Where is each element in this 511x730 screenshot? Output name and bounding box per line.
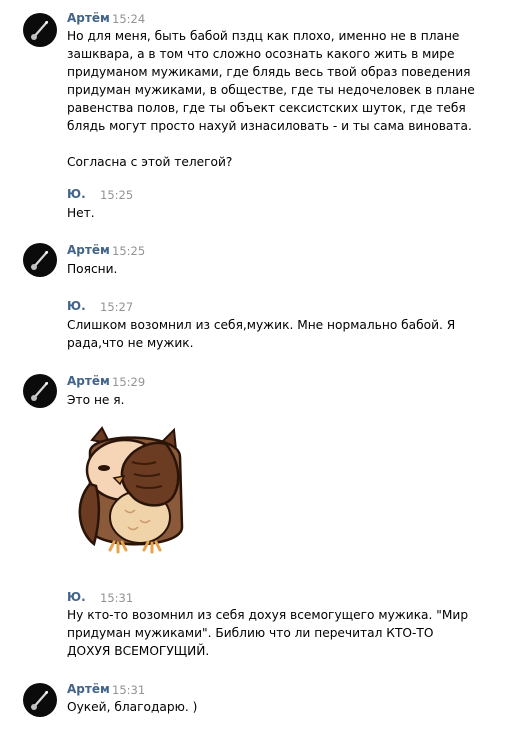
message-text: Слишком возомнил из себя,мужик. Мне норм… (67, 316, 487, 352)
message-text: Поясни. (67, 260, 487, 278)
message-line: Ну кто-то возомнил из себя дохуя всемогу… (67, 608, 469, 622)
guitar-avatar-icon (31, 381, 49, 401)
message-time[interactable]: 15:31 (112, 683, 145, 697)
guitar-avatar-icon (31, 250, 49, 270)
message-text: Это не я. (67, 391, 487, 409)
message-time[interactable]: 15:27 (100, 300, 133, 314)
author-name[interactable]: Ю. (67, 299, 86, 313)
message-line: Согласна с этой телегой? (67, 155, 233, 169)
message-time[interactable]: 15:24 (112, 12, 145, 26)
message-line: Но для меня, быть бабой пздц как плохо, … (67, 29, 460, 43)
message-line: ДОХУЯ ВСЕМОГУЩИЙ. (67, 644, 210, 658)
avatar[interactable] (23, 683, 57, 717)
message-time[interactable]: 15:29 (112, 375, 145, 389)
message-time[interactable]: 15:31 (100, 591, 133, 605)
avatar[interactable] (23, 243, 57, 277)
message-text: Нет. (67, 204, 487, 222)
message-text: Ну кто-то возомнил из себя дохуя всемогу… (67, 606, 487, 660)
avatar[interactable] (23, 374, 57, 408)
message-line: равенства полов, где ты объект сексистск… (67, 101, 466, 115)
message-text: Но для меня, быть бабой пздц как плохо, … (67, 27, 487, 171)
message-line: Слишком возомнил из себя,мужик. Мне норм… (67, 318, 456, 332)
guitar-avatar-icon (31, 690, 49, 710)
message-line: зашквара, а в том что сложно осознать ка… (67, 47, 455, 61)
message-line: рада,что не мужик. (67, 336, 194, 350)
guitar-avatar-icon (31, 20, 49, 40)
author-name[interactable]: Артём (67, 682, 110, 696)
message-time[interactable]: 15:25 (112, 244, 145, 258)
facepalm-owl-sticker[interactable] (70, 422, 200, 557)
author-name[interactable]: Ю. (67, 187, 86, 201)
message-line: Поясни. (67, 262, 118, 276)
message-line: придуманом мужиками, где блядь весь твой… (67, 65, 471, 79)
owl-sticker-icon (78, 426, 184, 554)
author-name[interactable]: Артём (67, 374, 110, 388)
message-text: Оукей, благодарю. ) (67, 698, 487, 716)
avatar[interactable] (23, 13, 57, 47)
message-line: Нет. (67, 206, 95, 220)
message-line: Оукей, благодарю. ) (67, 700, 198, 714)
message-line: блядь могут просто нахуй изнасиловать - … (67, 119, 472, 133)
message-line: придуман мужиками, в обществе, где ты не… (67, 83, 475, 97)
author-name[interactable]: Артём (67, 243, 110, 257)
message-line: Это не я. (67, 393, 125, 407)
author-name[interactable]: Ю. (67, 590, 86, 604)
message-line: придуман мужиками". Библию что ли перечи… (67, 626, 434, 640)
author-name[interactable]: Артём (67, 11, 110, 25)
message-time[interactable]: 15:25 (100, 188, 133, 202)
